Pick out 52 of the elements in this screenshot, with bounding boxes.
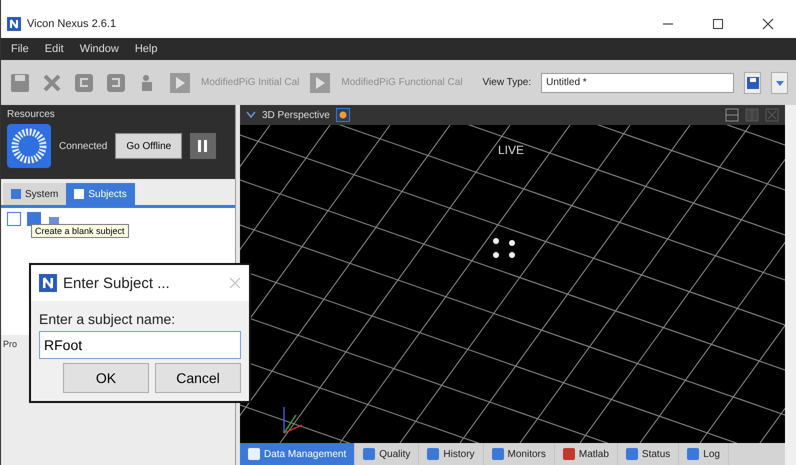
pause-icon xyxy=(198,140,208,152)
chevron-icon[interactable] xyxy=(246,111,256,119)
split-horizontal-icon[interactable] xyxy=(725,108,739,122)
menu-item[interactable]: Help xyxy=(134,43,158,55)
record-icon[interactable] xyxy=(336,108,350,122)
dialog-button[interactable]: OK xyxy=(63,363,149,393)
viewport-title: 3D Perspective xyxy=(262,110,330,120)
panel-label: Pro xyxy=(2,338,18,351)
tab-icon xyxy=(626,448,638,460)
pipeline-icon[interactable] xyxy=(309,72,332,94)
undo-icon[interactable] xyxy=(73,72,95,94)
connection-status: Connected xyxy=(59,140,108,152)
go-offline-button[interactable]: Go Offline xyxy=(115,133,182,159)
close-icon[interactable] xyxy=(762,18,774,30)
panel-tab[interactable]: Subjects xyxy=(66,183,135,205)
tab-icon xyxy=(363,448,376,460)
app-logo-icon xyxy=(39,274,57,292)
tab-icon xyxy=(11,189,21,199)
maximize-icon[interactable] xyxy=(712,18,724,30)
menu-item[interactable]: Edit xyxy=(44,43,64,55)
menu-item[interactable]: Window xyxy=(80,43,119,55)
app-logo-icon xyxy=(7,17,21,31)
panel-tab[interactable]: System xyxy=(3,183,66,205)
pause-button[interactable] xyxy=(190,133,216,159)
markers-drawing xyxy=(492,237,516,259)
subject-template-icon[interactable] xyxy=(27,212,41,226)
menu-item[interactable]: File xyxy=(11,43,29,55)
field-label: Enter a subject name: xyxy=(39,311,176,327)
tab-icon xyxy=(562,448,575,460)
save-icon xyxy=(746,76,760,90)
dialog-button[interactable]: Cancel xyxy=(155,363,241,393)
redo-icon[interactable] xyxy=(105,72,127,94)
tab-icon xyxy=(248,448,260,460)
tab-icon xyxy=(74,189,84,199)
pipeline-icon[interactable] xyxy=(169,72,191,94)
tab-icon xyxy=(492,448,504,460)
tab-icon xyxy=(687,448,700,460)
connection-logo-icon xyxy=(7,124,51,168)
window-title: Vicon Nexus 2.6.1 xyxy=(27,18,118,30)
save-view-button[interactable] xyxy=(744,72,762,94)
panel-title: Resources xyxy=(7,109,56,120)
dialog-title: Enter Subject ... xyxy=(63,274,171,292)
blank-subject-icon[interactable] xyxy=(7,212,21,226)
bottom-tab[interactable]: Data Management xyxy=(240,443,356,465)
tab-icon xyxy=(427,448,440,460)
tooltip: Create a blank subject xyxy=(31,224,129,238)
view-type-label: View Type: xyxy=(482,77,532,88)
view-type-dropdown[interactable]: Untitled * xyxy=(541,72,734,92)
live-label: LIVE xyxy=(498,143,524,157)
dropdown-button[interactable] xyxy=(771,72,788,94)
subject-name-field[interactable]: RFoot xyxy=(39,331,241,359)
save-icon[interactable] xyxy=(9,72,31,94)
